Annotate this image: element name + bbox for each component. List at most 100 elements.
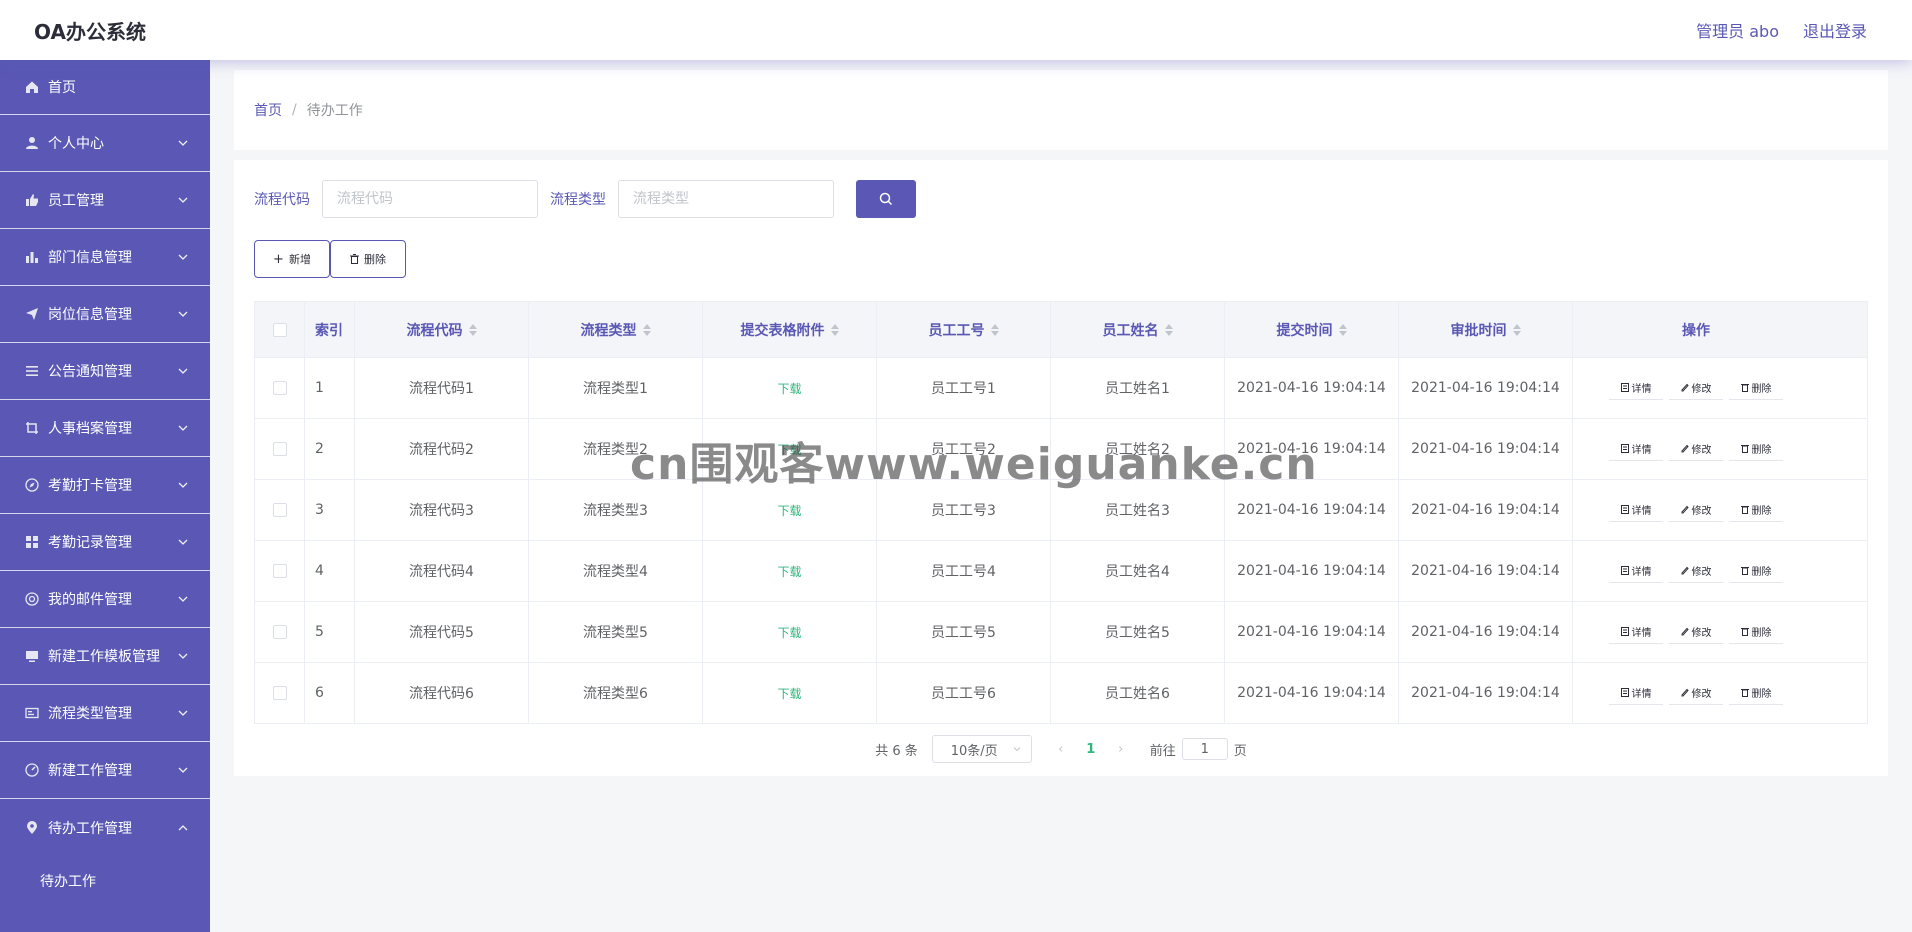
- delete-row-button[interactable]: 删除: [1729, 437, 1783, 461]
- column-header[interactable]: 审批时间: [1399, 302, 1573, 357]
- download-link[interactable]: 下载: [777, 502, 801, 519]
- sidebar-item-label: 公告通知管理: [48, 364, 132, 380]
- search-button[interactable]: [856, 180, 916, 218]
- app-title: OA办公系统: [34, 19, 146, 44]
- breadcrumb-home[interactable]: 首页: [254, 100, 282, 120]
- sidebar-item-label: 考勤打卡管理: [48, 478, 132, 494]
- row-checkbox[interactable]: [272, 442, 287, 456]
- column-header[interactable]: 提交时间: [1225, 302, 1399, 357]
- row-checkbox[interactable]: [272, 686, 287, 700]
- document-icon: [1620, 383, 1629, 392]
- download-link[interactable]: 下载: [777, 380, 801, 397]
- detail-button[interactable]: 详情: [1609, 437, 1663, 461]
- page-size-select[interactable]: 10条/页: [931, 735, 1032, 763]
- sidebar-item-7[interactable]: 人事档案管理: [0, 400, 210, 457]
- sidebar-item-1[interactable]: 首页: [0, 60, 210, 115]
- action-label: 修改: [1691, 384, 1712, 395]
- download-link[interactable]: 下载: [777, 624, 801, 641]
- table-cell: 员工工号6: [877, 663, 1051, 723]
- select-all-checkbox[interactable]: [272, 322, 287, 337]
- current-user-link[interactable]: 管理员 abo: [1696, 18, 1779, 42]
- sort-icon: [642, 323, 651, 336]
- edit-button[interactable]: 修改: [1669, 559, 1723, 583]
- edit-button[interactable]: 修改: [1669, 498, 1723, 522]
- sidebar-item-5[interactable]: 岗位信息管理: [0, 286, 210, 343]
- download-link[interactable]: 下载: [777, 685, 801, 702]
- detail-button[interactable]: 详情: [1609, 376, 1663, 400]
- edit-button[interactable]: 修改: [1669, 376, 1723, 400]
- sidebar-item-6[interactable]: 公告通知管理: [0, 343, 210, 400]
- sidebar-item-label: 人事档案管理: [48, 421, 132, 437]
- edit-button[interactable]: 修改: [1669, 681, 1723, 705]
- column-header[interactable]: 流程类型: [529, 302, 703, 357]
- table-cell: 2: [305, 419, 355, 479]
- sidebar-item-2[interactable]: 个人中心: [0, 115, 210, 172]
- column-header[interactable]: 员工姓名: [1051, 302, 1225, 357]
- detail-button[interactable]: 详情: [1609, 620, 1663, 644]
- column-header: 操作: [1573, 302, 1819, 357]
- document-icon: [1620, 688, 1629, 697]
- table-cell: 下载: [703, 663, 877, 723]
- sidebar-item-8[interactable]: 考勤打卡管理: [0, 457, 210, 514]
- goto-page: 前往 页: [1150, 738, 1247, 760]
- action-label: 详情: [1631, 689, 1652, 700]
- edit-icon: [1681, 444, 1689, 453]
- sidebar-item-13[interactable]: 新建工作管理: [0, 742, 210, 799]
- detail-button[interactable]: 详情: [1609, 559, 1663, 583]
- page-size-value: 10条/页: [950, 743, 998, 759]
- add-button[interactable]: + 新增: [254, 240, 330, 278]
- row-checkbox[interactable]: [272, 564, 287, 578]
- column-header[interactable]: 员工工号: [877, 302, 1051, 357]
- goto-page-input[interactable]: [1181, 738, 1228, 760]
- sidebar-item-12[interactable]: 流程类型管理: [0, 685, 210, 742]
- action-label: 修改: [1691, 445, 1712, 456]
- detail-button[interactable]: 详情: [1609, 498, 1663, 522]
- delete-row-button[interactable]: 删除: [1729, 498, 1783, 522]
- chevron-down-icon: [178, 425, 188, 431]
- sort-icon: [1164, 323, 1173, 336]
- detail-button[interactable]: 详情: [1609, 681, 1663, 705]
- next-page-button[interactable]: ›: [1106, 742, 1136, 757]
- process-type-input[interactable]: [618, 180, 834, 218]
- download-link[interactable]: 下载: [777, 563, 801, 580]
- column-header[interactable]: 提交表格附件: [703, 302, 877, 357]
- row-checkbox[interactable]: [272, 625, 287, 639]
- column-header[interactable]: 流程代码: [355, 302, 529, 357]
- row-checkbox[interactable]: [272, 503, 287, 517]
- table-cell: 4: [305, 541, 355, 601]
- sidebar-item-4[interactable]: 部门信息管理: [0, 229, 210, 286]
- sidebar-item-11[interactable]: 新建工作模板管理: [0, 628, 210, 685]
- sidebar-item-10[interactable]: 我的邮件管理: [0, 571, 210, 628]
- edit-button[interactable]: 修改: [1669, 437, 1723, 461]
- chevron-down-icon: [178, 482, 188, 488]
- dashboard-icon: [24, 762, 40, 778]
- sidebar-item-label: 考勤记录管理: [48, 535, 132, 551]
- table-cell-actions: 详情 修改 删除: [1573, 358, 1819, 418]
- table-cell: 3: [305, 480, 355, 540]
- column-header-label: 员工工号: [928, 322, 985, 339]
- column-header-label: 提交表格附件: [740, 322, 825, 339]
- action-label: 删除: [1751, 445, 1772, 456]
- delete-row-button[interactable]: 删除: [1729, 559, 1783, 583]
- sidebar-item-14[interactable]: 待办工作管理: [0, 799, 210, 856]
- process-code-input[interactable]: [322, 180, 538, 218]
- column-header-label: 流程类型: [580, 322, 637, 339]
- add-button-label: 新增: [288, 253, 311, 266]
- sidebar-subitem-1[interactable]: 待办工作: [0, 856, 210, 906]
- delete-row-button[interactable]: 删除: [1729, 376, 1783, 400]
- sidebar-item-9[interactable]: 考勤记录管理: [0, 514, 210, 571]
- prev-page-button[interactable]: ‹: [1046, 742, 1076, 757]
- logout-link[interactable]: 退出登录: [1803, 18, 1867, 42]
- sidebar-item-3[interactable]: 员工管理: [0, 172, 210, 229]
- table-cell: 2021-04-16 19:04:14: [1225, 663, 1399, 723]
- download-link[interactable]: 下载: [777, 441, 801, 458]
- delete-row-button[interactable]: 删除: [1729, 620, 1783, 644]
- action-label: 删除: [1751, 567, 1772, 578]
- row-checkbox[interactable]: [272, 381, 287, 395]
- delete-row-button[interactable]: 删除: [1729, 681, 1783, 705]
- delete-button[interactable]: 删除: [330, 240, 406, 278]
- page-number-current[interactable]: 1: [1076, 742, 1106, 757]
- table-header-row: 索引 流程代码 流程类型 提交表格附件 员工工号 员工姓名 提交时间 审批时间 操作: [255, 302, 1867, 358]
- column-header-label: 提交时间: [1276, 322, 1333, 339]
- edit-button[interactable]: 修改: [1669, 620, 1723, 644]
